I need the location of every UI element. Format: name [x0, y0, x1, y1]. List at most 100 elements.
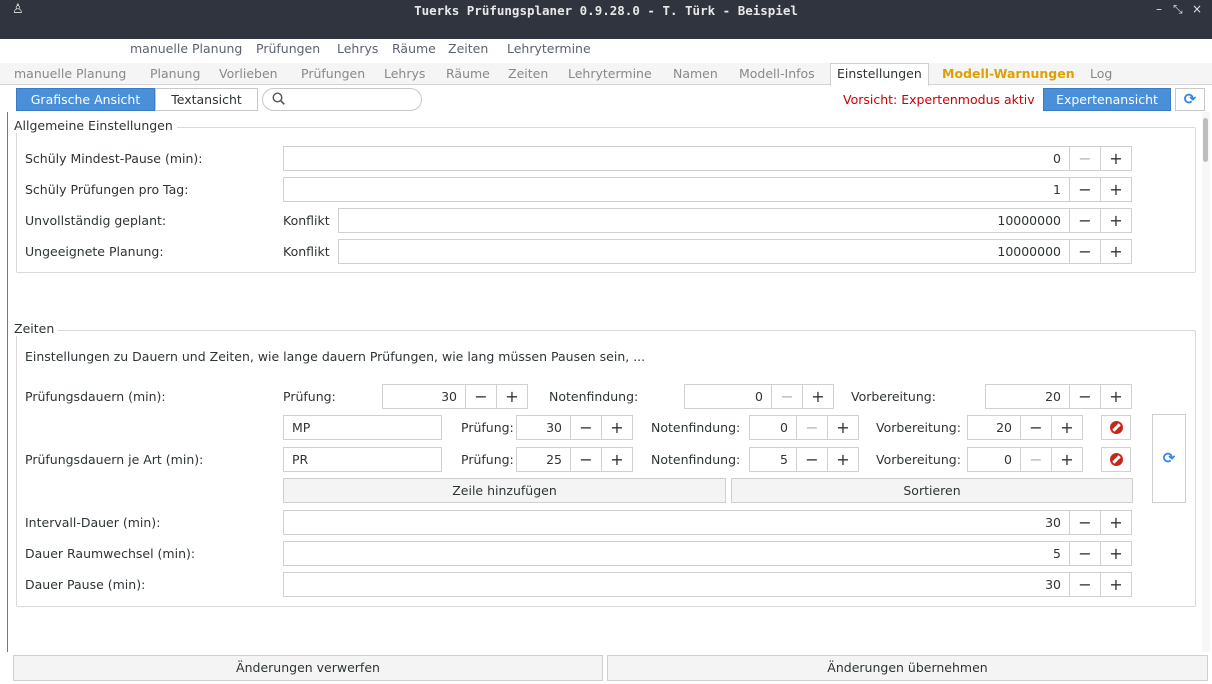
type-mp-grading-input[interactable]: 0 [749, 415, 797, 440]
minus-icon[interactable]: − [1070, 239, 1101, 264]
delete-icon [1110, 421, 1123, 434]
menu-pruefungen: Prüfungen [256, 41, 321, 56]
type-pr-prep-input[interactable]: 0 [967, 447, 1021, 472]
minus-icon[interactable]: − [1021, 415, 1052, 440]
maximize-icon[interactable]: ⤡ [1173, 2, 1183, 17]
tab-modell-warnungen[interactable]: Modell-Warnungen [942, 66, 1075, 81]
tab-raeume[interactable]: Räume [446, 66, 490, 81]
type-input-pr[interactable]: PR [283, 447, 442, 472]
plus-icon[interactable]: + [497, 384, 528, 409]
minus-icon[interactable]: − [1070, 541, 1101, 566]
plus-icon[interactable]: + [1101, 177, 1132, 202]
durations-prep-label: Vorbereitung: [851, 389, 936, 404]
pause-input[interactable]: 30 [283, 572, 1070, 597]
tab-lehrytermine[interactable]: Lehrytermine [568, 66, 652, 81]
menu-planung[interactable]: Planung [66, 39, 116, 58]
minus-icon[interactable]: − [1070, 208, 1101, 233]
plus-icon[interactable]: + [1101, 572, 1132, 597]
min-pause-label: Schüly Mindest-Pause (min): [25, 151, 203, 166]
type-mp-prep-input[interactable]: 20 [967, 415, 1021, 440]
close-icon[interactable]: × [1192, 2, 1202, 16]
minus-icon[interactable]: − [1070, 177, 1101, 202]
text-view-button[interactable]: Textansicht [155, 88, 258, 111]
tab-modell-infos[interactable]: Modell-Infos [739, 66, 815, 81]
menu-hilfe[interactable]: Hilfe [601, 39, 629, 58]
tab-lehrys[interactable]: Lehrys [384, 66, 425, 81]
minus-icon[interactable]: − [1070, 572, 1101, 597]
plus-icon[interactable]: + [602, 447, 633, 472]
pause-label: Dauer Pause (min): [25, 577, 146, 592]
graphic-view-button[interactable]: Grafische Ansicht [16, 88, 155, 111]
sort-button[interactable]: Sortieren [731, 478, 1133, 503]
search-input[interactable] [262, 88, 422, 111]
plus-icon[interactable]: + [828, 447, 859, 472]
add-row-button[interactable]: Zeile hinzufügen [283, 478, 726, 503]
exams-per-day-input[interactable]: 1 [283, 177, 1070, 202]
tab-namen[interactable]: Namen [673, 66, 718, 81]
type-input-mp[interactable]: MP [283, 415, 442, 440]
expert-view-button[interactable]: Expertenansicht [1043, 88, 1171, 111]
min-pause-input[interactable]: 0 [283, 146, 1070, 171]
plus-icon[interactable]: + [1101, 208, 1132, 233]
interval-input[interactable]: 30 [283, 510, 1070, 535]
type-mp-exam-input[interactable]: 30 [516, 415, 571, 440]
tab-bar: manuelle Planung Planung Vorlieben Prüfu… [0, 63, 1212, 86]
minus-icon[interactable]: − [571, 415, 602, 440]
minus-icon[interactable]: − [772, 384, 803, 409]
menu-datei[interactable]: Datei [16, 39, 49, 58]
title-bar: ♙ Tuerks Prüfungsplaner 0.9.28.0 - T. Tü… [0, 0, 1212, 56]
minus-icon[interactable]: − [797, 447, 828, 472]
minimize-icon[interactable]: – [1156, 2, 1162, 16]
durations-prep-input[interactable]: 20 [985, 384, 1070, 409]
interval-stepper: − + [1070, 510, 1132, 535]
type-pr-exam-input[interactable]: 25 [516, 447, 571, 472]
minus-icon[interactable]: − [1070, 146, 1101, 171]
plus-icon[interactable]: + [602, 415, 633, 440]
type-mp-grading-stepper: − + [797, 415, 859, 440]
plus-icon[interactable]: + [1101, 239, 1132, 264]
durations-grading-input[interactable]: 0 [684, 384, 772, 409]
tab-einstellungen[interactable]: Einstellungen [830, 63, 929, 86]
unsuitable-input[interactable]: 10000000 [338, 239, 1070, 264]
vertical-scrollbar[interactable] [1202, 112, 1210, 652]
plus-icon[interactable]: + [1101, 541, 1132, 566]
reset-types-button[interactable]: ⟳ [1152, 414, 1186, 503]
incomplete-input[interactable]: 10000000 [338, 208, 1070, 233]
plus-icon[interactable]: + [828, 415, 859, 440]
tab-log[interactable]: Log [1090, 66, 1112, 81]
delete-row-button[interactable] [1101, 415, 1131, 440]
plus-icon[interactable]: + [1101, 384, 1132, 409]
tab-zeiten[interactable]: Zeiten [508, 66, 548, 81]
apply-changes-button[interactable]: Änderungen übernehmen [607, 655, 1208, 681]
plus-icon[interactable]: + [803, 384, 834, 409]
minus-icon[interactable]: − [1021, 447, 1052, 472]
refresh-icon: ⟳ [1162, 449, 1176, 467]
menu-raeume: Räume [392, 41, 436, 56]
window-title: Tuerks Prüfungsplaner 0.9.28.0 - T. Türk… [414, 3, 798, 18]
tab-vorlieben[interactable]: Vorlieben [219, 66, 278, 81]
plus-icon[interactable]: + [1052, 415, 1083, 440]
minus-icon[interactable]: − [1070, 384, 1101, 409]
minus-icon[interactable]: − [1070, 510, 1101, 535]
refresh-button[interactable]: ⟳ [1175, 88, 1205, 111]
type-mp-exam-stepper: − + [571, 415, 633, 440]
tab-manuelle-planung[interactable]: manuelle Planung [14, 66, 126, 81]
menu-manuelle-planung: manuelle Planung [130, 41, 243, 56]
durations-label: Prüfungsdauern (min): [25, 389, 166, 404]
plus-icon[interactable]: + [1101, 510, 1132, 535]
tab-pruefungen[interactable]: Prüfungen [301, 66, 365, 81]
plus-icon[interactable]: + [1052, 447, 1083, 472]
delete-row-button[interactable] [1101, 447, 1131, 472]
discard-changes-button[interactable]: Änderungen verwerfen [13, 655, 603, 681]
plus-icon[interactable]: + [1101, 146, 1132, 171]
tab-planung[interactable]: Planung [150, 66, 200, 81]
left-border [7, 112, 8, 652]
room-change-input[interactable]: 5 [283, 541, 1070, 566]
durations-exam-input[interactable]: 30 [382, 384, 466, 409]
incomplete-label: Unvollständig geplant: [25, 213, 167, 228]
minus-icon[interactable]: − [797, 415, 828, 440]
scrollbar-thumb[interactable] [1203, 118, 1208, 162]
minus-icon[interactable]: − [571, 447, 602, 472]
minus-icon[interactable]: − [466, 384, 497, 409]
type-pr-grading-input[interactable]: 5 [749, 447, 797, 472]
